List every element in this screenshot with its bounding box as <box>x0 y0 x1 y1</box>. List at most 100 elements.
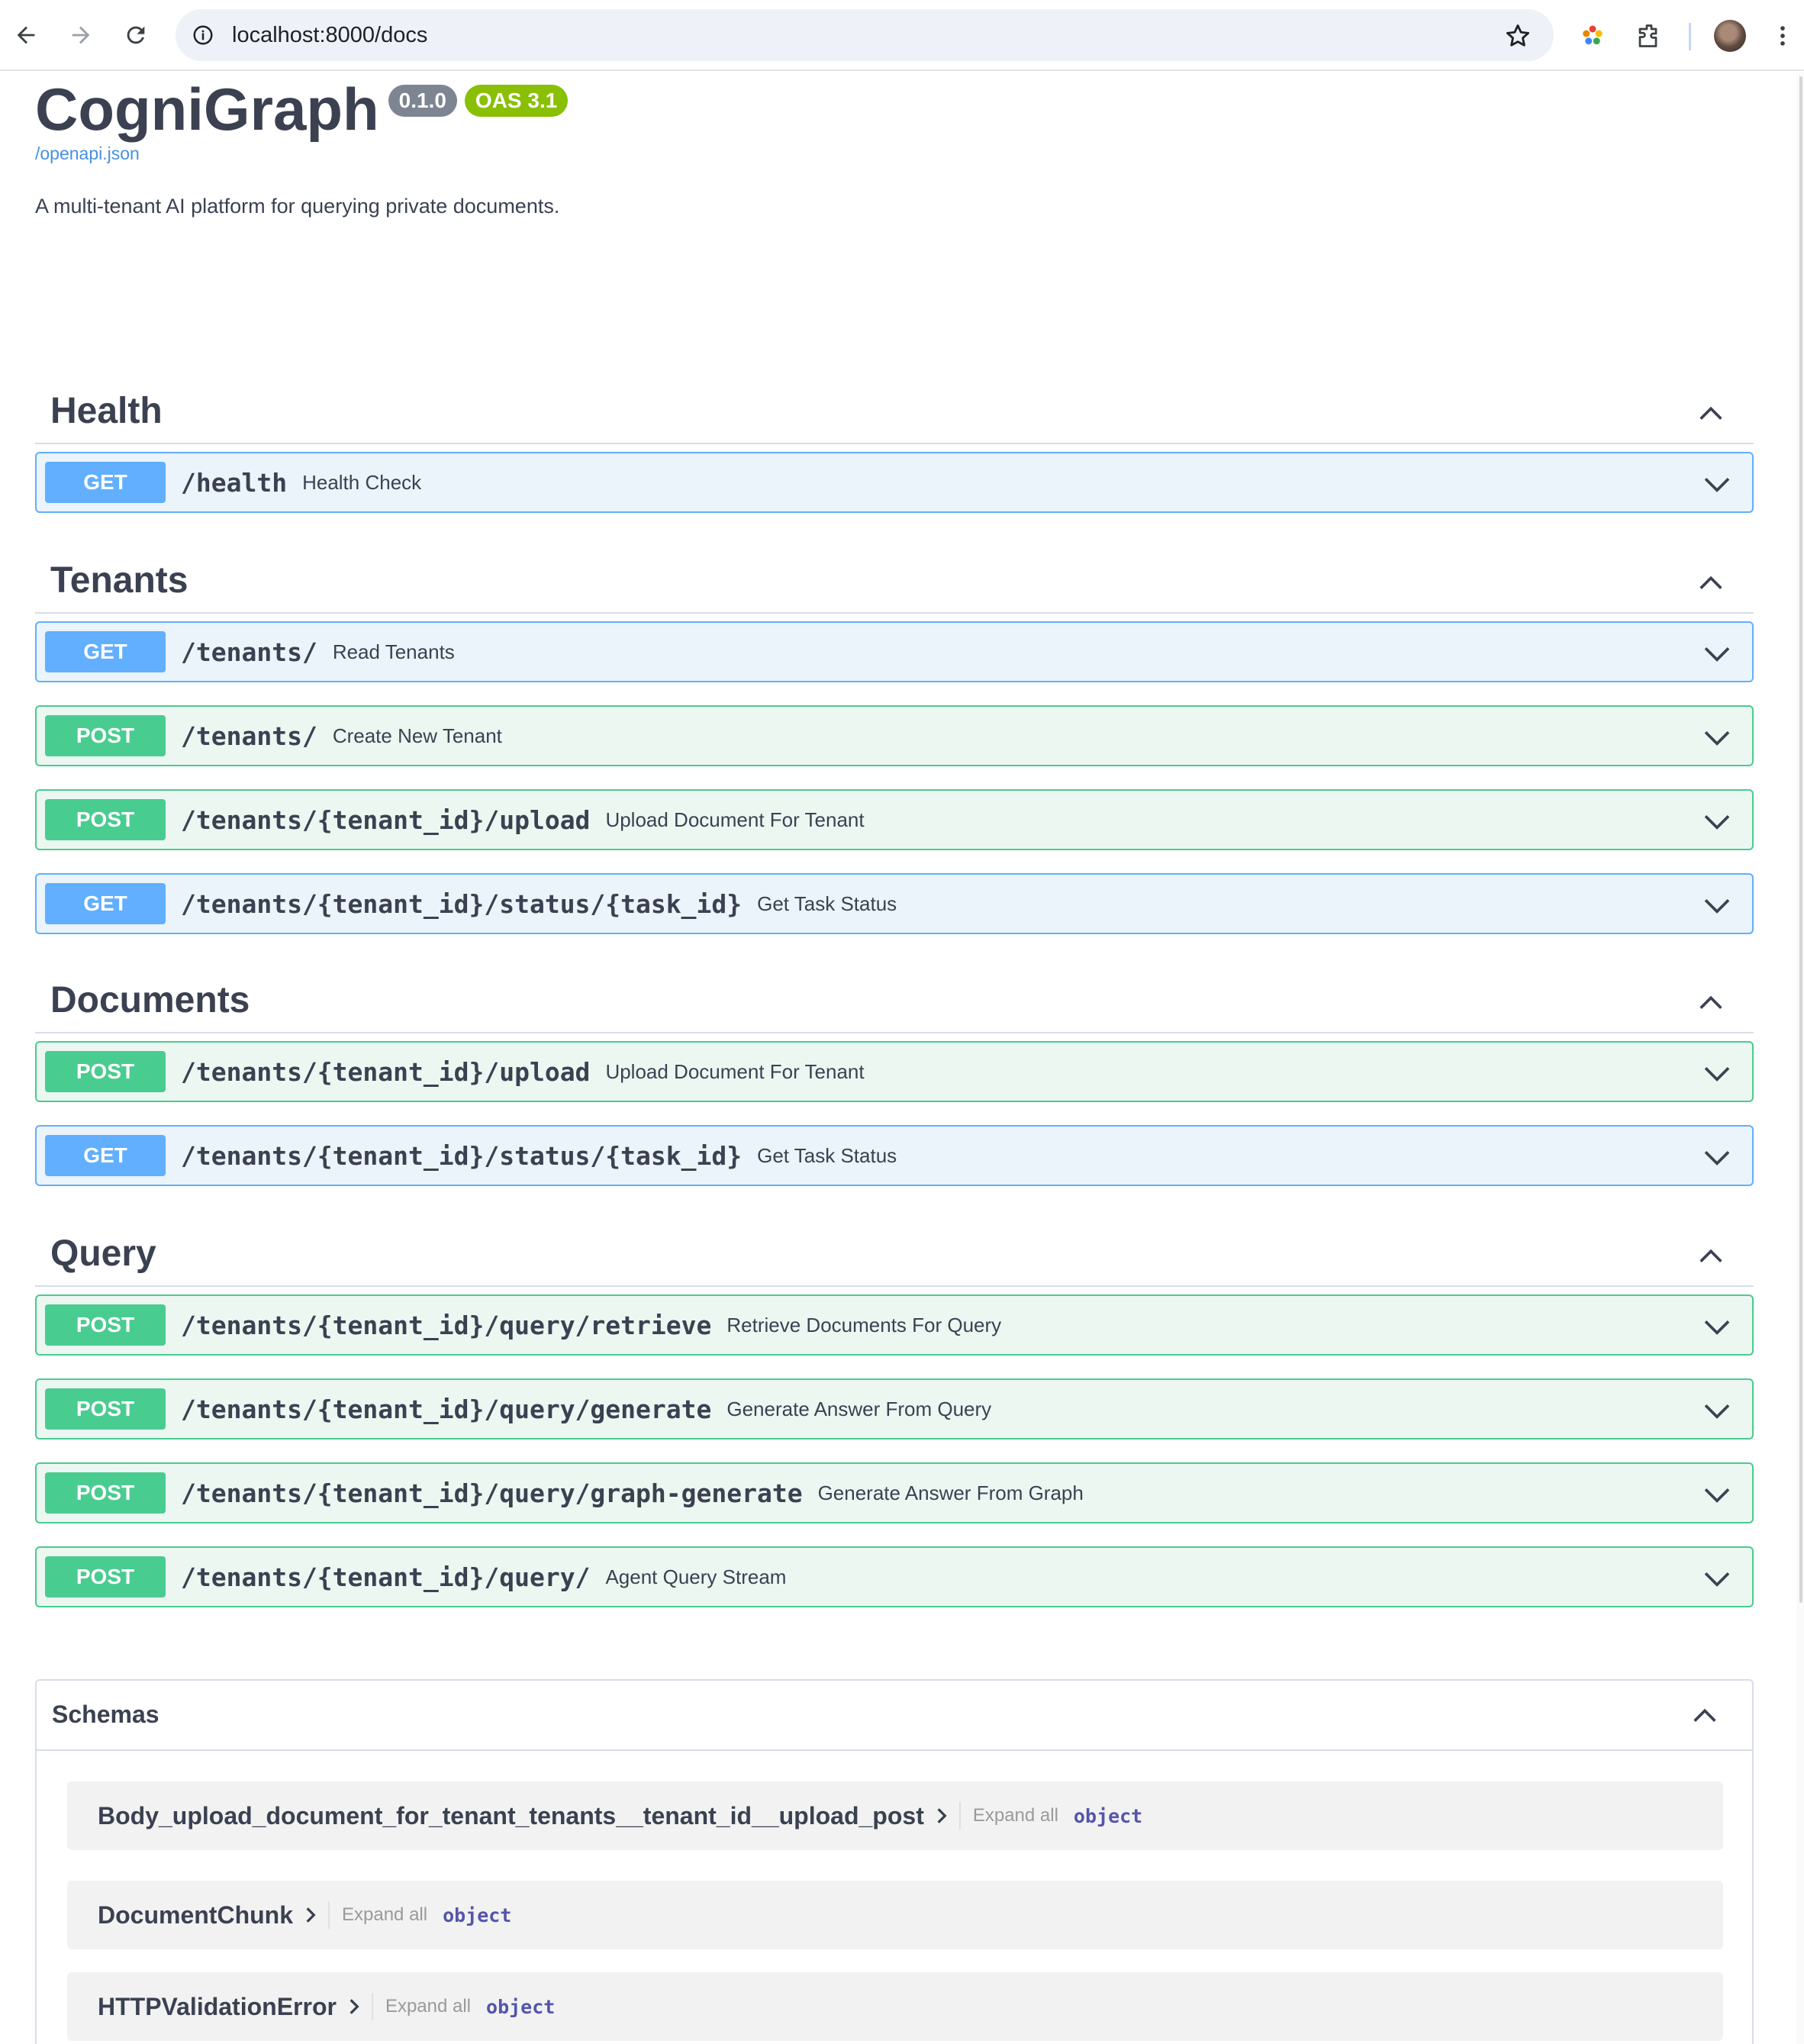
address-bar[interactable]: localhost:8000/docs <box>176 9 1554 61</box>
tag-section-health: Health GET /health Health Check <box>35 372 1754 513</box>
schemas-section: Schemas Body_upload_document_for_tenant_… <box>35 1679 1754 2044</box>
expand-all-button[interactable]: Expand all <box>385 1996 471 2017</box>
operation-post-agent-query-stream[interactable]: POST /tenants/{tenant_id}/query/ Agent Q… <box>35 1546 1754 1607</box>
expand-all-button[interactable]: Expand all <box>973 1805 1058 1826</box>
chevron-up-icon <box>1699 575 1722 589</box>
schemas-title: Schemas <box>52 1701 159 1728</box>
tag-header-documents[interactable]: Documents <box>35 962 1754 1033</box>
tag-header-query[interactable]: Query <box>35 1215 1754 1287</box>
tag-header-tenants[interactable]: Tenants <box>35 542 1754 614</box>
operation-summary: Get Task Status <box>757 891 897 915</box>
tag-header-health[interactable]: Health <box>35 372 1754 444</box>
operation-summary: Health Check <box>302 470 422 494</box>
bookmark-star-icon[interactable] <box>1503 21 1532 50</box>
chevron-down-icon[interactable] <box>1702 1563 1732 1594</box>
method-badge: GET <box>45 1135 166 1176</box>
operation-post-document-upload[interactable]: POST /tenants/{tenant_id}/upload Upload … <box>35 1041 1754 1102</box>
reload-icon <box>127 26 145 44</box>
divider <box>958 1802 961 1830</box>
operation-post-query-graph-generate[interactable]: POST /tenants/{tenant_id}/query/graph-ge… <box>35 1462 1754 1523</box>
operation-post-tenants[interactable]: POST /tenants/ Create New Tenant <box>35 705 1754 766</box>
api-description: A multi-tenant AI platform for querying … <box>35 195 560 218</box>
chevron-down-icon[interactable] <box>1702 469 1732 499</box>
back-button[interactable] <box>8 17 44 53</box>
method-badge: POST <box>45 715 166 756</box>
operation-get-health[interactable]: GET /health Health Check <box>35 452 1754 513</box>
model-name[interactable]: Body_upload_document_for_tenant_tenants_… <box>98 1802 924 1830</box>
divider <box>328 1901 330 1929</box>
page-scrollbar-thumb[interactable] <box>1799 76 1802 1603</box>
operation-summary: Upload Document For Tenant <box>605 1059 865 1083</box>
chevron-down-icon[interactable] <box>1702 890 1732 920</box>
profile-avatar[interactable] <box>1714 20 1746 52</box>
operation-path: /tenants/{tenant_id}/query/retrieve <box>181 1310 712 1340</box>
api-info-header: CogniGraph 0.1.0 OAS 3.1 <box>35 73 569 146</box>
tag-section-documents: Documents POST /tenants/{tenant_id}/uplo… <box>35 962 1754 1186</box>
chevron-down-icon[interactable] <box>1702 1479 1732 1510</box>
schema-model[interactable]: Body_upload_document_for_tenant_tenants_… <box>67 1781 1723 1850</box>
chevron-right-icon[interactable] <box>301 1905 321 1925</box>
model-name[interactable]: HTTPValidationError <box>98 1993 337 2021</box>
browser-toolbar: localhost:8000/docs <box>0 0 1804 71</box>
chevron-down-icon[interactable] <box>1702 1142 1732 1172</box>
method-badge: POST <box>45 1388 166 1430</box>
model-name[interactable]: DocumentChunk <box>98 1901 293 1930</box>
operation-get-task-status[interactable]: GET /tenants/{tenant_id}/status/{task_id… <box>35 873 1754 934</box>
operation-post-query-generate[interactable]: POST /tenants/{tenant_id}/query/generate… <box>35 1378 1754 1440</box>
operation-summary: Read Tenants <box>332 640 455 663</box>
schemas-header[interactable]: Schemas <box>37 1681 1752 1751</box>
model-type: object <box>1073 1804 1143 1827</box>
operation-post-tenant-upload[interactable]: POST /tenants/{tenant_id}/upload Upload … <box>35 789 1754 850</box>
chevron-down-icon[interactable] <box>1702 638 1732 669</box>
chevron-down-icon[interactable] <box>1702 722 1732 753</box>
schema-model[interactable]: HTTPValidationError Expand all object <box>67 1972 1723 2041</box>
reload-button[interactable] <box>118 17 154 53</box>
tag-title: Tenants <box>50 560 188 601</box>
extension-flower-icon[interactable] <box>1575 18 1610 53</box>
operation-path: /tenants/{tenant_id}/status/{task_id} <box>181 888 743 919</box>
tag-section-query: Query POST /tenants/{tenant_id}/query/re… <box>35 1215 1754 1607</box>
page-title: CogniGraph <box>35 76 379 143</box>
model-type: object <box>486 1995 556 2018</box>
arrow-right-icon <box>72 26 90 44</box>
kebab-menu-icon[interactable] <box>1767 18 1798 53</box>
operation-path: /tenants/{tenant_id}/status/{task_id} <box>181 1140 743 1171</box>
operation-path: /tenants/ <box>181 721 317 751</box>
operation-post-query-retrieve[interactable]: POST /tenants/{tenant_id}/query/retrieve… <box>35 1294 1754 1356</box>
operation-path: /tenants/{tenant_id}/query/generate <box>181 1394 712 1424</box>
chevron-down-icon[interactable] <box>1702 1395 1732 1426</box>
operation-summary: Create New Tenant <box>332 724 502 747</box>
operation-summary: Agent Query Stream <box>605 1565 787 1588</box>
tag-section-tenants: Tenants GET /tenants/ Read Tenants POST … <box>35 542 1754 934</box>
chevron-down-icon[interactable] <box>1702 1311 1732 1342</box>
chevron-right-icon[interactable] <box>344 1997 364 2017</box>
operation-get-tenants[interactable]: GET /tenants/ Read Tenants <box>35 621 1754 682</box>
operation-get-document-task-status[interactable]: GET /tenants/{tenant_id}/status/{task_id… <box>35 1125 1754 1186</box>
operation-path: /tenants/{tenant_id}/query/graph-generat… <box>181 1478 803 1508</box>
operation-path: /health <box>181 467 288 498</box>
url-text[interactable]: localhost:8000/docs <box>232 21 427 49</box>
tag-title: Query <box>50 1233 156 1274</box>
operation-summary: Get Task Status <box>757 1143 897 1167</box>
version-badge: 0.1.0 <box>388 85 457 117</box>
operation-summary: Retrieve Documents For Query <box>726 1313 1002 1336</box>
operation-summary: Generate Answer From Query <box>726 1397 992 1420</box>
tag-title: Documents <box>50 980 250 1020</box>
openapi-json-link[interactable]: /openapi.json <box>35 143 140 164</box>
chevron-right-icon[interactable] <box>932 1806 952 1826</box>
toolbar-divider <box>1689 23 1691 50</box>
schema-model[interactable]: DocumentChunk Expand all object <box>67 1881 1723 1949</box>
method-badge: POST <box>45 1556 166 1597</box>
method-badge: GET <box>45 883 166 924</box>
operation-path: /tenants/{tenant_id}/upload <box>181 1056 591 1087</box>
extensions-puzzle-icon[interactable] <box>1632 18 1667 53</box>
site-info-icon[interactable] <box>188 20 218 50</box>
chevron-up-icon <box>1699 995 1722 1009</box>
chevron-down-icon[interactable] <box>1702 1058 1732 1088</box>
method-badge: POST <box>45 1304 166 1346</box>
chevron-down-icon[interactable] <box>1702 806 1732 837</box>
forward-button[interactable] <box>63 17 99 53</box>
chevron-up-icon <box>1699 406 1722 420</box>
divider <box>371 1993 373 2020</box>
expand-all-button[interactable]: Expand all <box>342 1904 427 1926</box>
